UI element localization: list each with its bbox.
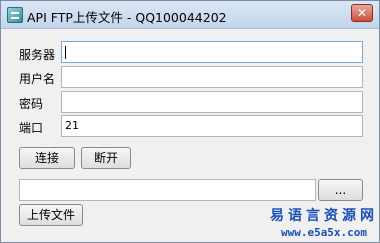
server-label: 服务器 xyxy=(19,48,56,62)
disconnect-button[interactable]: 断开 xyxy=(81,147,131,169)
text-caret xyxy=(65,46,66,59)
port-label: 端口 xyxy=(19,121,44,135)
port-value: 21 xyxy=(65,119,79,132)
watermark-chinese: 易语言资源网 xyxy=(270,208,378,224)
port-input[interactable]: 21 xyxy=(61,115,363,137)
app-icon xyxy=(7,7,23,23)
watermark-url: www.e5a5x.com xyxy=(280,226,368,239)
window-title: API FTP上传文件 - QQ100044202 xyxy=(27,10,227,25)
password-input[interactable] xyxy=(61,91,363,113)
browse-button[interactable]: ... xyxy=(318,179,363,201)
password-label: 密码 xyxy=(19,97,44,111)
close-icon: ✕ xyxy=(356,6,368,20)
upload-file-button[interactable]: 上传文件 xyxy=(19,204,83,226)
app-window: API FTP上传文件 - QQ100044202 ✕ 服务器 用户名 密码 端… xyxy=(0,0,380,243)
username-input[interactable] xyxy=(61,66,363,88)
close-button[interactable]: ✕ xyxy=(351,4,373,22)
file-path-input[interactable] xyxy=(19,179,316,201)
connect-button[interactable]: 连接 xyxy=(19,147,75,169)
watermark: 易语言资源网 www.e5a5x.com xyxy=(269,207,379,243)
username-label: 用户名 xyxy=(19,72,56,86)
title-bar[interactable]: API FTP上传文件 - QQ100044202 ✕ xyxy=(1,1,379,29)
server-input[interactable] xyxy=(61,41,363,63)
